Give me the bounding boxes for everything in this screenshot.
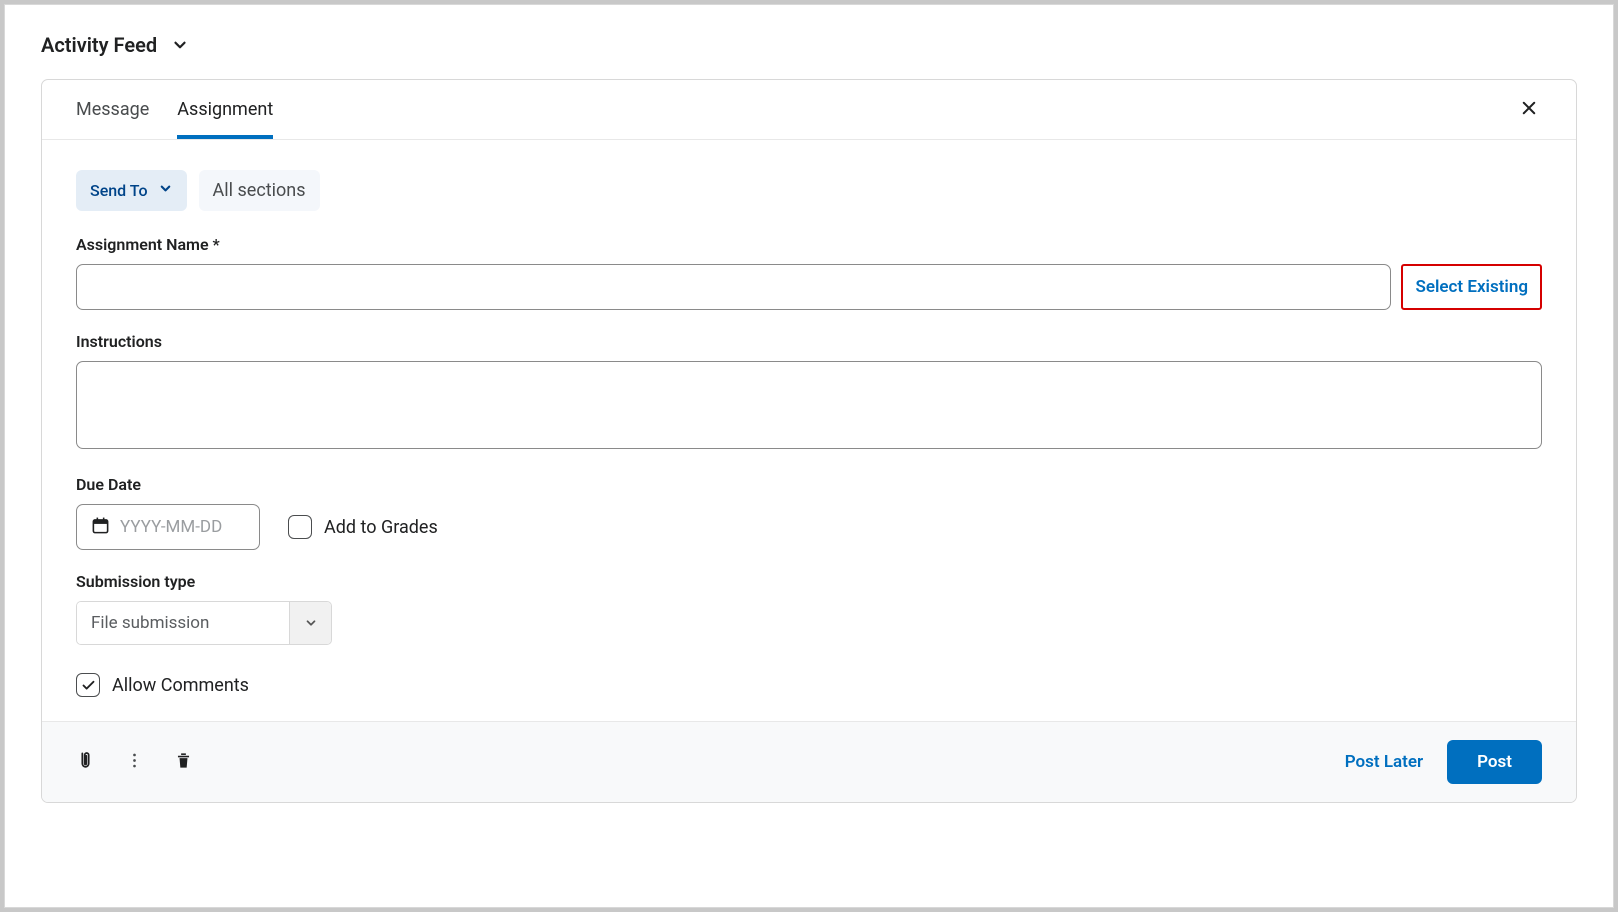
select-existing-label: Select Existing [1415,277,1528,297]
submission-type-label: Submission type [76,572,1542,591]
assignment-panel: Message Assignment Send To [41,79,1577,803]
delete-button[interactable] [174,751,193,774]
due-date-label: Due Date [76,475,1542,494]
chevron-down-icon [289,602,331,644]
more-actions-button[interactable] [125,751,144,774]
post-later-button[interactable]: Post Later [1345,752,1423,772]
attachment-icon [76,751,95,774]
submission-type-select[interactable]: File submission [76,601,332,645]
add-to-grades-label: Add to Grades [324,517,438,538]
add-to-grades-checkbox[interactable] [288,515,312,539]
submission-type-value: File submission [77,602,289,644]
assignment-name-label: Assignment Name * [76,235,1542,254]
calendar-icon [91,516,110,539]
due-date-input[interactable] [76,504,260,550]
more-vertical-icon [125,751,144,774]
instructions-label: Instructions [76,332,1542,351]
select-existing-button[interactable]: Select Existing [1401,264,1542,310]
instructions-input[interactable] [76,361,1542,449]
close-icon [1520,99,1538,121]
send-to-label: Send To [90,181,148,200]
attach-button[interactable] [76,751,95,774]
post-button[interactable]: Post [1447,740,1542,784]
recipient-chip-all-sections[interactable]: All sections [199,170,320,211]
allow-comments-checkbox[interactable] [76,673,100,697]
send-to-button[interactable]: Send To [76,170,187,211]
page-title: Activity Feed [41,33,157,57]
tab-assignment[interactable]: Assignment [177,80,273,139]
tab-message[interactable]: Message [76,80,149,139]
chevron-down-icon[interactable] [171,36,189,54]
due-date-field[interactable] [120,517,245,537]
close-button[interactable] [1516,95,1542,125]
allow-comments-label: Allow Comments [112,675,249,696]
chevron-down-icon [158,181,173,200]
assignment-name-input[interactable] [76,264,1391,310]
trash-icon [174,751,193,774]
